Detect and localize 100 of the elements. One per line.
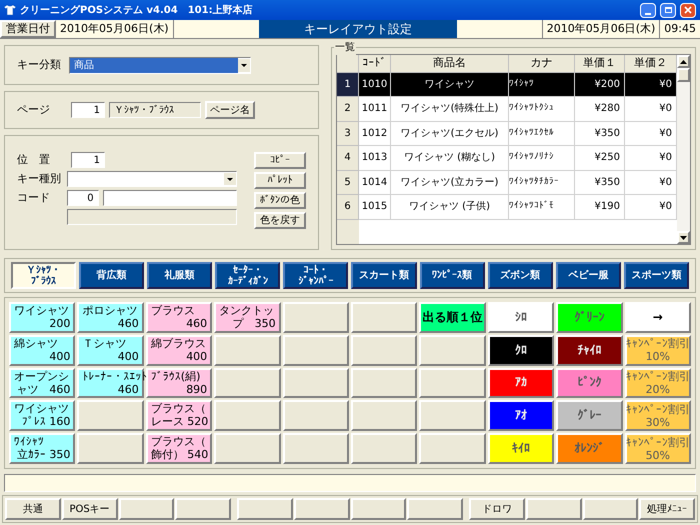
row-number: 4 [337, 146, 359, 170]
minimize-button[interactable] [640, 2, 656, 18]
key-class-label: キー分類 [17, 56, 61, 73]
product-key[interactable]: ﾄﾚｰﾅｰ・ｽｴｯﾄ 460 [77, 368, 144, 398]
product-key[interactable]: ワイシャツ 200 [9, 302, 76, 333]
up-arrow-icon [680, 60, 687, 64]
category-tab[interactable]: ベビー服 [556, 262, 621, 289]
function-button[interactable]: 共通 [5, 498, 61, 520]
product-key[interactable]: ブラウス（ 飾付） 540 [146, 433, 212, 464]
table-cell: ¥200 [575, 72, 625, 97]
row-number: 5 [337, 170, 359, 195]
category-tab[interactable]: 礼服類 [147, 262, 212, 289]
page-name-button[interactable]: ページ名 [205, 101, 255, 119]
category-tab[interactable]: ズボン類 [488, 262, 553, 289]
shirt-icon [4, 4, 16, 16]
close-button[interactable] [680, 2, 696, 18]
code-label: コード [17, 190, 51, 206]
product-name-field[interactable] [102, 190, 237, 206]
scroll-thumb[interactable] [677, 68, 690, 82]
key-class-dropdown[interactable]: 商品 [69, 56, 251, 74]
key-edit-button[interactable]: ｺﾋﾟｰ [254, 152, 306, 169]
table-cell: ﾜｲｼｬﾂﾉﾘﾅｼ [509, 146, 575, 170]
table-cell: ¥190 [575, 195, 625, 220]
blank-function-button[interactable] [175, 498, 231, 520]
function-button[interactable]: ドロワ [469, 498, 525, 520]
scroll-down-button[interactable] [677, 231, 690, 244]
product-key[interactable]: ブラウス 460 [146, 302, 212, 333]
table-cell: ¥250 [575, 146, 625, 170]
product-key[interactable]: 綿シャツ 400 [9, 334, 76, 366]
product-key[interactable]: ブラウス（ レース 520 [146, 400, 212, 432]
function-button[interactable]: 処理ﾒﾆｭｰ [639, 498, 695, 520]
function-button[interactable]: POSキー [62, 498, 118, 520]
blank-function-button[interactable] [118, 498, 174, 520]
table-row[interactable]: 5 1014 ワイシャツ(立カラー) ﾜｲｼｬﾂﾀﾁｶﾗｰ ¥350 ¥0 [337, 170, 677, 195]
function-key[interactable]: → [624, 302, 691, 333]
product-key[interactable]: ポロシャツ 460 [77, 302, 144, 333]
blank-function-button[interactable] [582, 498, 638, 520]
table-cell: ワイシャツ(エクセル) [391, 122, 509, 146]
row-number: 2 [337, 97, 359, 122]
page-number-field[interactable]: 1 [71, 102, 105, 118]
table-cell: ﾜｲｼｬﾂﾀﾁｶﾗｰ [509, 170, 575, 195]
product-key[interactable]: ﾌﾞﾗｳｽ(絹) 890 [146, 368, 212, 398]
category-tab[interactable]: ﾜﾝﾋﾟｰｽ類 [420, 262, 485, 289]
blank-function-button[interactable] [526, 498, 582, 520]
product-key[interactable]: オープンシ ャツ 460 [9, 368, 76, 398]
table-cell: ¥0 [625, 195, 677, 220]
table-row[interactable]: 2 1011 ワイシャツ(特殊仕上) ﾜｲｼｬﾂﾄｸｼｭ ¥280 ¥0 [337, 97, 677, 122]
down-arrow-icon [680, 236, 687, 240]
blank-function-button[interactable] [407, 498, 463, 520]
category-tab[interactable]: スポーツ類 [624, 262, 689, 289]
table-cell: ワイシャツ (糊なし) [391, 146, 509, 170]
table-cell: 1013 [359, 146, 391, 170]
key-edit-button[interactable]: 色を戻す [254, 212, 306, 229]
category-tab[interactable]: ｾｰﾀｰ・ ｶｰﾃﾞｨｶﾞﾝ [215, 262, 280, 289]
category-tab[interactable]: スカート類 [351, 262, 417, 289]
category-tab[interactable]: ｺｰﾄ・ ｼﾞｬﾝﾊﾟｰ [283, 262, 348, 289]
table-cell: ¥0 [625, 146, 677, 170]
position-field[interactable]: 1 [71, 152, 105, 168]
table-row[interactable]: 4 1013 ワイシャツ (糊なし) ﾜｲｼｬﾂﾉﾘﾅｼ ¥250 ¥0 [337, 146, 677, 170]
scroll-up-button[interactable] [677, 55, 690, 68]
blank-function-button[interactable] [350, 498, 406, 520]
category-tab[interactable]: Ｙｼｬﾂ・ ﾌﾞﾗｳｽ [11, 262, 76, 289]
key-type-dropdown[interactable] [66, 171, 237, 187]
table-cell: ¥350 [575, 170, 625, 195]
table-cell: ¥0 [625, 170, 677, 195]
row-number: 6 [337, 195, 359, 220]
scrollbar[interactable] [677, 55, 690, 244]
blank-function-button[interactable] [237, 498, 293, 520]
table-cell: ﾜｲｼｬﾂｴｸｾﾙ [509, 122, 575, 146]
function-key[interactable]: 出る順１位 [419, 302, 486, 333]
list-title: 一覧 [334, 40, 356, 55]
category-tab[interactable]: 背広類 [79, 262, 144, 289]
maximize-button[interactable] [660, 2, 676, 18]
current-date: 2010年05月06日(木) [542, 20, 660, 38]
row-number: 3 [337, 122, 359, 146]
date-label: 営業日付 [0, 20, 56, 38]
table-cell: ¥350 [575, 122, 625, 146]
table-cell: ¥0 [625, 72, 677, 97]
blank-function-button[interactable] [294, 498, 350, 520]
code-field[interactable]: 0 [66, 190, 99, 206]
table-cell: ﾜｲｼｬﾂ [509, 72, 575, 97]
table-cell: ワイシャツ(立カラー) [391, 170, 509, 195]
table-cell: ﾜｲｼｬﾂｺﾄﾞﾓ [509, 195, 575, 220]
product-key[interactable]: ワイシャツ ﾌﾟﾚｽ 160 [9, 400, 76, 432]
table-row[interactable]: 1 1010 ワイシャツ ﾜｲｼｬﾂ ¥200 ¥0 [337, 72, 677, 97]
window-title: クリーニングPOSシステム v4.04 101:上野本店 [20, 3, 254, 18]
product-key[interactable]: ﾜｲｼｬﾂ 立ｶﾗｰ 350 [9, 433, 76, 464]
table-cell: 1010 [359, 72, 391, 97]
page-label: ページ [17, 102, 51, 118]
key-edit-button[interactable]: ﾊﾟﾚｯﾄ [254, 172, 306, 189]
table-cell: ¥0 [625, 97, 677, 122]
product-key[interactable]: 綿ブラウス 400 [146, 334, 212, 366]
table-cell: ¥0 [625, 122, 677, 146]
product-key[interactable]: Ｔシャツ 400 [77, 334, 144, 366]
table-cell: ﾜｲｼｬﾂﾄｸｼｭ [509, 97, 575, 122]
product-key[interactable]: タンクトッ プ 350 [214, 302, 281, 333]
key-edit-button[interactable]: ﾎﾞﾀﾝの色 [254, 192, 306, 209]
key-type-label: キー種別 [17, 170, 62, 187]
table-row[interactable]: 6 1015 ワイシャツ (子供) ﾜｲｼｬﾂｺﾄﾞﾓ ¥190 ¥0 [337, 195, 677, 220]
table-row[interactable]: 3 1012 ワイシャツ(エクセル) ﾜｲｼｬﾂｴｸｾﾙ ¥350 ¥0 [337, 122, 677, 146]
